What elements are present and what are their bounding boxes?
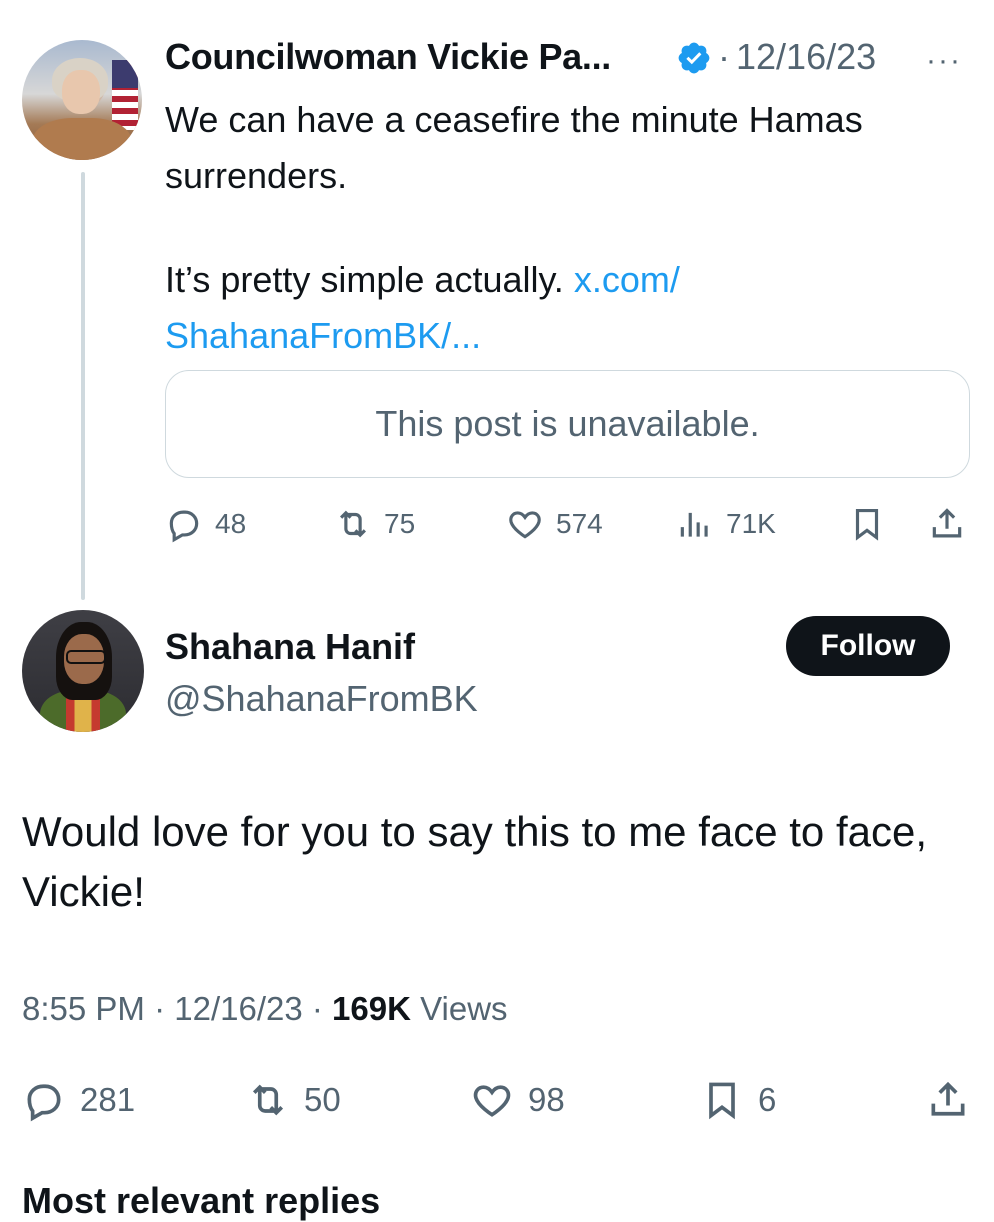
tweet-text-line: It’s pretty simple actually. x.com/ Shah… — [165, 252, 965, 364]
reply-count: 281 — [80, 1081, 136, 1118]
verified-badge-icon — [678, 42, 710, 74]
like-button[interactable]: 98 — [470, 1078, 565, 1122]
bookmark-button[interactable]: 6 — [700, 1078, 776, 1122]
reply-button[interactable]: 281 — [22, 1078, 135, 1122]
share-button[interactable] — [926, 1078, 970, 1122]
repost-button[interactable]: 75 — [334, 505, 415, 543]
avatar[interactable] — [22, 610, 144, 732]
tweet-text-prefix: It’s pretty simple actually. — [165, 259, 574, 300]
author-name[interactable]: Shahana Hanif — [165, 626, 415, 668]
tweet-text: We can have a ceasefire the minute Hamas… — [165, 92, 965, 364]
avatar-glasses — [66, 650, 106, 664]
heart-icon — [509, 511, 541, 539]
repost-count: 50 — [304, 1081, 341, 1118]
flag-decoration — [112, 60, 138, 130]
reply-icon — [169, 510, 199, 543]
bookmark-button[interactable] — [848, 505, 886, 543]
replies-sort-heading[interactable]: Most relevant replies — [22, 1180, 380, 1222]
share-icon — [932, 508, 962, 538]
meta-separator: · — [144, 990, 175, 1027]
views-count: 169K — [332, 990, 411, 1027]
reply-button[interactable]: 48 — [165, 505, 246, 543]
follow-button[interactable]: Follow — [786, 616, 950, 676]
heart-icon — [473, 1085, 511, 1117]
bookmark-icon — [855, 508, 879, 541]
reply-count: 48 — [215, 508, 247, 539]
quoted-post-unavailable-text: This post is unavailable. — [375, 403, 760, 444]
tweet-date: 12/16/23 — [174, 990, 303, 1027]
share-icon — [931, 1081, 965, 1116]
views-count: 71K — [726, 508, 776, 539]
like-count: 574 — [556, 508, 603, 539]
repost-count: 75 — [384, 508, 416, 539]
bookmark-icon — [709, 1082, 735, 1120]
repost-icon — [252, 1084, 284, 1116]
like-button[interactable]: 574 — [506, 505, 603, 543]
tweet-date[interactable]: 12/16/23 — [736, 36, 876, 78]
quoted-post-card[interactable]: This post is unavailable. — [165, 370, 970, 478]
bookmark-count: 6 — [758, 1081, 777, 1118]
reply-icon — [27, 1084, 61, 1122]
avatar-body — [32, 118, 132, 160]
thread-connector-line — [81, 172, 85, 600]
tweet-meta: 8:55 PM · 12/16/23 · 169K Views — [22, 990, 508, 1028]
views-button[interactable]: 71K — [676, 505, 776, 543]
like-count: 98 — [528, 1081, 565, 1118]
avatar[interactable] — [22, 40, 142, 160]
author-handle[interactable]: @ShahanaFromBK — [165, 678, 478, 720]
separator-dot: · — [718, 36, 730, 77]
views-chart-icon — [680, 512, 708, 537]
repost-button[interactable]: 50 — [246, 1078, 341, 1122]
meta-separator: · — [302, 990, 333, 1027]
tweet-text-line: We can have a ceasefire the minute Hamas… — [165, 99, 863, 196]
tweet-time: 8:55 PM — [22, 990, 145, 1027]
more-options-icon[interactable]: ··· — [926, 44, 962, 78]
views-label: Views — [410, 990, 508, 1027]
repost-icon — [340, 510, 366, 538]
tweet-text: Would love for you to say this to me fac… — [22, 808, 928, 915]
share-button[interactable] — [928, 505, 966, 543]
author-name[interactable]: Councilwoman Vickie Pa... — [165, 36, 611, 78]
avatar-face — [62, 70, 100, 114]
